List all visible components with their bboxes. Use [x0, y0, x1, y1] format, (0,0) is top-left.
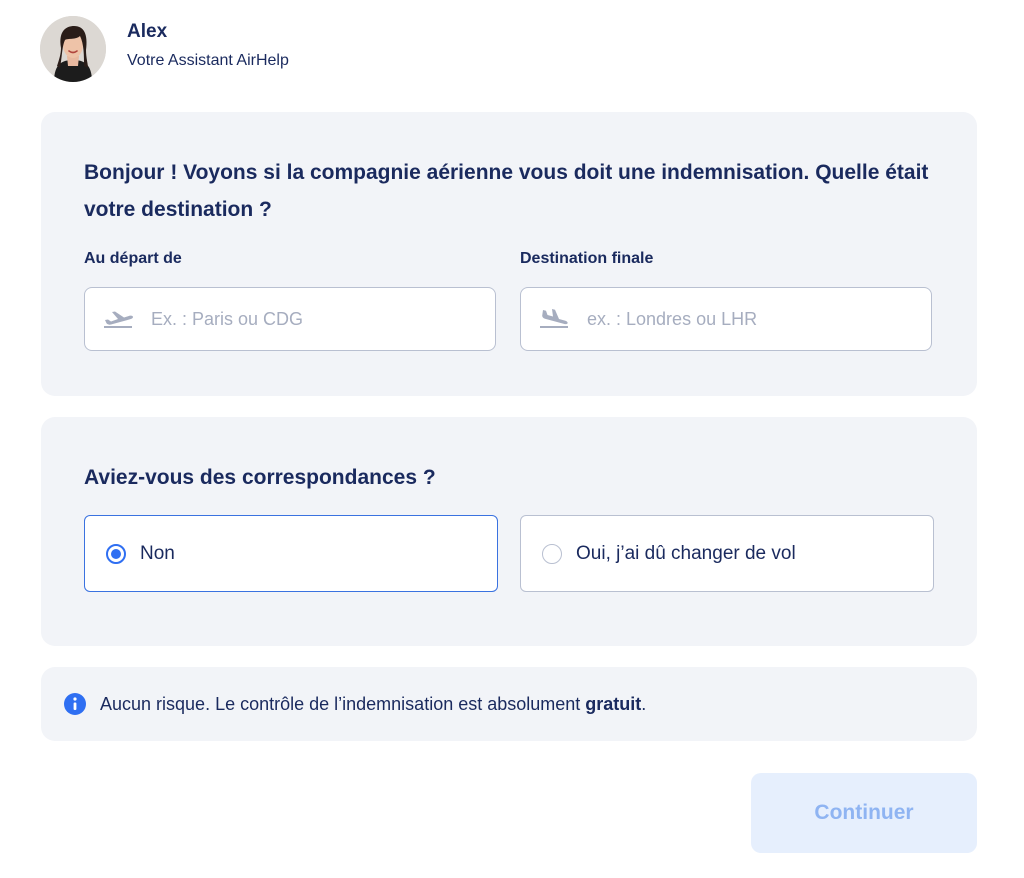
- continue-button[interactable]: Continuer: [751, 773, 977, 853]
- assistant-role: Votre Assistant AirHelp: [127, 52, 289, 69]
- route-card: Bonjour ! Voyons si la compagnie aérienn…: [41, 112, 977, 396]
- radio-unselected-icon[interactable]: [542, 543, 562, 564]
- connection-option-non[interactable]: Non: [84, 515, 498, 592]
- assistant-header: Alex Votre Assistant AirHelp: [40, 16, 289, 82]
- plane-landing-icon: [537, 308, 571, 330]
- connections-question: Aviez-vous des correspondances ?: [84, 466, 436, 489]
- info-text-end: .: [641, 693, 647, 714]
- departure-label: Au départ de: [84, 250, 182, 267]
- departure-field[interactable]: [84, 287, 496, 351]
- destination-field[interactable]: [520, 287, 932, 351]
- assistant-name: Alex: [127, 21, 168, 42]
- departure-input[interactable]: [149, 307, 453, 331]
- info-text-emphasis: gratuit: [585, 693, 642, 714]
- radio-selected-icon[interactable]: [106, 543, 126, 564]
- destination-label: Destination finale: [520, 250, 654, 267]
- plane-takeoff-icon: [101, 308, 135, 330]
- info-text: Aucun risque. Le contrôle de l’indemnisa…: [100, 694, 646, 715]
- connection-option-oui[interactable]: Oui, j’ai dû changer de vol: [520, 515, 934, 592]
- avatar: [40, 16, 106, 82]
- connections-card: Aviez-vous des correspondances ? Non Oui…: [41, 417, 977, 646]
- info-icon: [64, 693, 86, 715]
- connection-option-label: Oui, j’ai dû changer de vol: [576, 542, 796, 564]
- route-question: Bonjour ! Voyons si la compagnie aérienn…: [84, 161, 929, 221]
- info-banner: Aucun risque. Le contrôle de l’indemnisa…: [41, 667, 977, 741]
- avatar-portrait: [40, 16, 106, 82]
- connection-option-label: Non: [140, 542, 175, 564]
- destination-input[interactable]: [585, 307, 889, 331]
- info-text-main: Aucun risque. Le contrôle de l’indemnisa…: [100, 693, 586, 714]
